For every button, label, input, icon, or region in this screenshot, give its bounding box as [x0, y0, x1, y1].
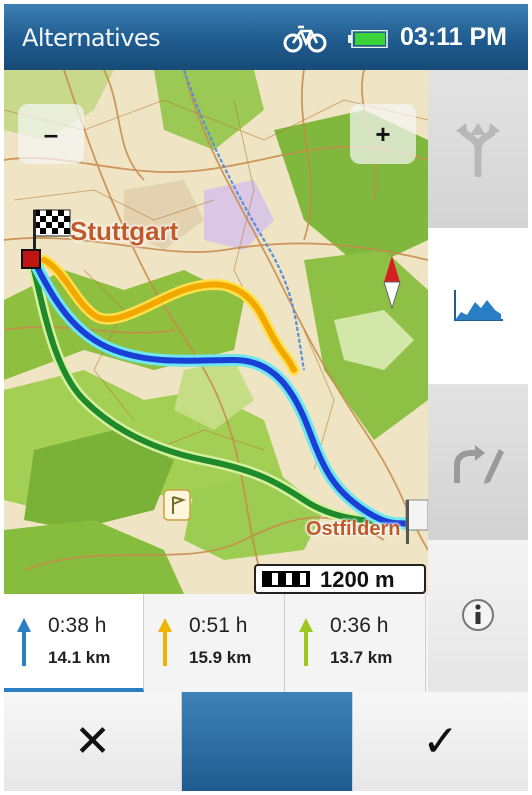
route-distance: 13.7 km [330, 648, 393, 667]
scale-bar-icon [262, 571, 310, 587]
map-view[interactable]: – + Stuttgart Ostfildern 1200 m [4, 70, 428, 594]
route-distance: 15.9 km [189, 648, 252, 667]
checkmark-icon: ✓ [422, 716, 459, 767]
scale-text: 1200 m [320, 567, 395, 592]
battery-full-icon [348, 30, 388, 48]
route-time: 0:51 h [189, 614, 248, 637]
city-label-ostfildern: Ostfildern [306, 518, 401, 540]
side-panel [428, 70, 528, 690]
route-arrow-blue-icon [17, 618, 31, 666]
elevation-profile-icon [454, 290, 503, 321]
edit-route-button[interactable] [428, 384, 528, 540]
start-marker-icon [21, 249, 41, 269]
elevation-profile-button[interactable] [428, 228, 528, 384]
clock: 03:11 PM [400, 23, 508, 51]
route-time: 0:36 h [330, 614, 389, 637]
poi-marker-icon [163, 489, 191, 521]
info-button[interactable] [428, 540, 528, 690]
route-arrow-green-icon [299, 618, 313, 666]
route-option-1[interactable]: 0:38 h 14.1 km [4, 594, 144, 692]
map-scale: 1200 m [254, 564, 426, 594]
page-title: Alternatives [22, 24, 161, 52]
route-split-icon [456, 123, 500, 177]
route-options-button[interactable] [428, 70, 528, 228]
bicycle-icon [283, 25, 327, 53]
cancel-button[interactable]: ✕ [4, 692, 182, 791]
confirm-button[interactable]: ✓ [352, 692, 528, 791]
info-icon [462, 599, 494, 631]
device-screen: Alternatives 03:11 PM – + Stuttgart Ostf… [4, 4, 528, 791]
route-alternatives: 0:38 h 14.1 km 0:51 h 15.9 km 0:36 h 13.… [4, 594, 428, 692]
route-time: 0:38 h [48, 614, 107, 637]
bottom-bar-center [182, 692, 352, 791]
bottom-bar: ✕ ✓ [4, 692, 528, 791]
edit-route-icon [454, 445, 504, 484]
zoom-out-button[interactable]: – [18, 104, 84, 164]
route-distance: 14.1 km [48, 648, 111, 667]
close-icon: ✕ [74, 716, 111, 767]
status-bar: Alternatives 03:11 PM [4, 4, 528, 70]
city-label-stuttgart: Stuttgart [70, 216, 179, 246]
zoom-in-button[interactable]: + [350, 104, 416, 164]
route-arrow-yellow-icon [158, 618, 172, 666]
route-option-3[interactable]: 0:36 h 13.7 km [286, 594, 426, 692]
route-option-2[interactable]: 0:51 h 15.9 km [145, 594, 285, 692]
